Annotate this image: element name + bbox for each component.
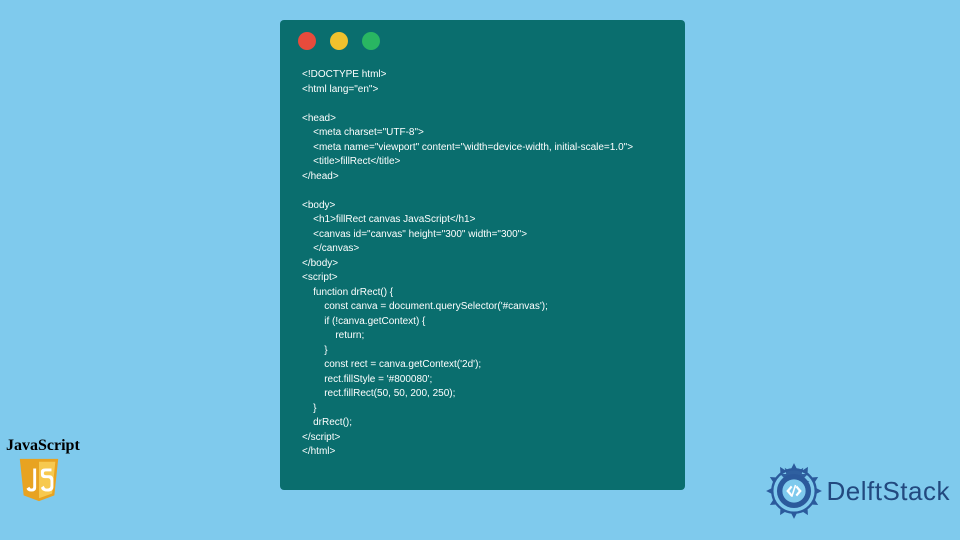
code-content: <!DOCTYPE html> <html lang="en"> <head> … [280, 62, 685, 470]
javascript-label: JavaScript [6, 437, 86, 455]
javascript-badge: JavaScript [6, 437, 86, 510]
delftstack-brand: DelftStack [763, 460, 951, 522]
window-title-bar [280, 20, 685, 62]
minimize-dot-icon [330, 32, 348, 50]
javascript-logo-icon [14, 457, 64, 505]
close-dot-icon [298, 32, 316, 50]
delftstack-text: DelftStack [827, 476, 951, 507]
maximize-dot-icon [362, 32, 380, 50]
code-editor-window: <!DOCTYPE html> <html lang="en"> <head> … [280, 20, 685, 490]
delftstack-logo-icon [763, 460, 825, 522]
